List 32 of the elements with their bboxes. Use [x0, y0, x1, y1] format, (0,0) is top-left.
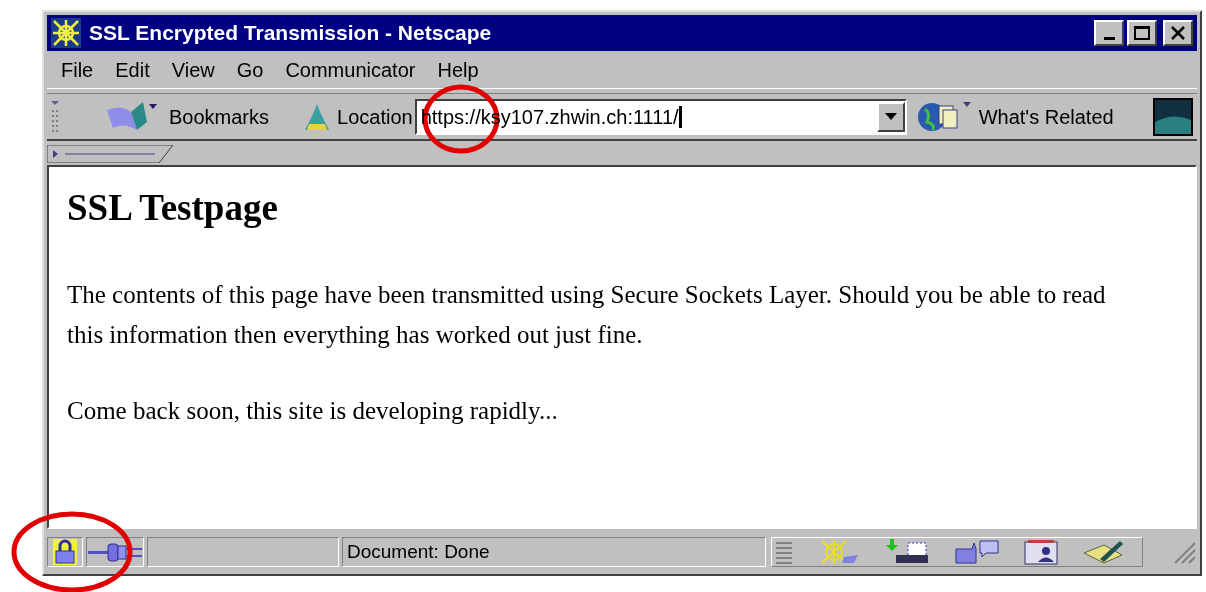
whats-related-button[interactable]: What's Related: [916, 99, 1114, 134]
text-cursor: [678, 105, 682, 128]
minimize-button[interactable]: [1094, 20, 1124, 46]
caret-icon: [884, 113, 897, 120]
maximize-button[interactable]: [1127, 20, 1157, 46]
close-button[interactable]: [1163, 20, 1193, 46]
mail-icon[interactable]: [884, 539, 930, 565]
menu-item[interactable]: View: [171, 54, 215, 85]
security-indicator[interactable]: [47, 537, 83, 567]
netscape-n-logo-icon: [1153, 97, 1193, 136]
menu-item[interactable]: Help: [437, 54, 479, 85]
plug-icon: [88, 541, 142, 563]
locked-padlock-icon: [53, 539, 77, 565]
location-label: Location: [337, 104, 413, 130]
pen-notepad-icon[interactable]: [1082, 539, 1124, 565]
window-title: SSL Encrypted Transmission - Netscape: [89, 20, 493, 47]
grip-lines-icon[interactable]: [774, 539, 794, 565]
dropdown-button[interactable]: [876, 101, 905, 132]
close-icon: [1170, 26, 1186, 40]
menu-item[interactable]: Go: [236, 54, 264, 85]
menu-item[interactable]: File: [61, 54, 94, 85]
menu-item[interactable]: Edit: [115, 54, 150, 85]
chat-bubbles-icon[interactable]: [954, 539, 1000, 565]
paragraph: The contents of this page have been transmitted using Secure Sockets Layer. Should you be able to read this information then everything has worked out just fine.: [67, 280, 1107, 351]
page-heading: SSL Testpage: [67, 186, 279, 230]
connection-indicator[interactable]: [86, 537, 144, 567]
menu-item[interactable]: Communicator: [285, 54, 416, 85]
address-card-icon[interactable]: [1024, 539, 1058, 565]
status-text: Document: Done: [347, 539, 490, 564]
paragraph: Come back soon, this site is developing rapidly...: [67, 396, 559, 427]
netscape-logo-icon: [51, 18, 81, 48]
bookmarks-button[interactable]: Bookmarks: [105, 99, 270, 134]
